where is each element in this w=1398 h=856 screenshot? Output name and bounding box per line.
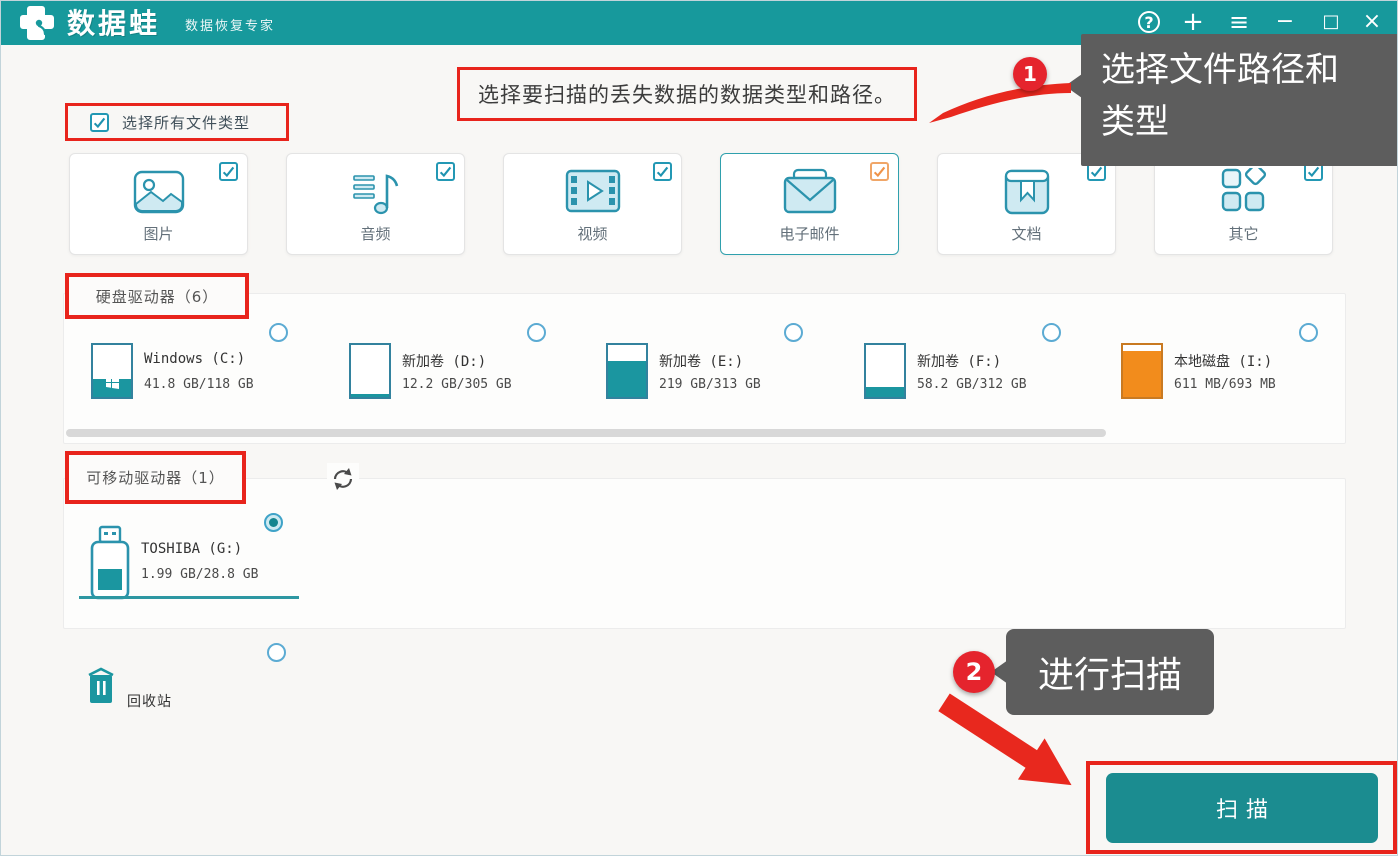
refresh-button[interactable] xyxy=(327,463,359,495)
step2-tooltip-label: 进行扫描 xyxy=(1038,646,1182,698)
drive-name: 本地磁盘 (I:) xyxy=(1174,351,1272,371)
checkmark-icon xyxy=(656,165,669,178)
tooltip-pointer xyxy=(1065,74,1082,98)
close-icon: × xyxy=(1363,9,1381,34)
app-window: 数据蛙 数据恢复专家 ? + ≡ − □ × 选择要扫描的丢失数据的数据类型和路… xyxy=(0,0,1398,856)
app-logo-frog-icon xyxy=(17,4,59,42)
filetype-card-video[interactable]: 视频 xyxy=(503,153,682,255)
red-arrow-to-banner xyxy=(929,81,1071,133)
drive-radio[interactable] xyxy=(527,323,546,342)
horizontal-scrollbar[interactable] xyxy=(66,429,1106,437)
filetype-label: 音频 xyxy=(287,223,464,244)
removable-drives-title: 可移动驱动器（1） xyxy=(86,467,225,488)
image-icon xyxy=(131,168,187,216)
hdd-icon xyxy=(1121,343,1163,399)
hamburger-icon: ≡ xyxy=(1229,8,1249,36)
drive-item-local-disk[interactable]: 本地磁盘 (I:) 611 MB/693 MB xyxy=(1116,321,1346,433)
filetype-label: 图片 xyxy=(70,223,247,244)
drive-name: 新加卷 (D:) xyxy=(402,351,486,371)
select-all-checkbox[interactable] xyxy=(90,113,109,132)
drive-capacity: 611 MB/693 MB xyxy=(1174,377,1276,392)
step2-tooltip: 进行扫描 xyxy=(1006,629,1214,715)
drive-capacity: 58.2 GB/312 GB xyxy=(917,377,1027,392)
usb-drive-icon xyxy=(89,525,131,603)
video-icon xyxy=(564,168,622,214)
hdd-icon xyxy=(91,343,133,399)
drive-capacity: 219 GB/313 GB xyxy=(659,377,761,392)
email-icon xyxy=(781,168,839,216)
instruction-banner-highlight-box: 选择要扫描的丢失数据的数据类型和路径。 xyxy=(457,67,917,121)
filetype-label: 视频 xyxy=(504,223,681,244)
hard-drives-title-highlight-box: 硬盘驱动器（6） xyxy=(65,273,249,319)
document-icon xyxy=(1001,168,1053,216)
checkmark-icon xyxy=(439,165,452,178)
checkmark-icon xyxy=(93,116,106,129)
drive-name: 新加卷 (E:) xyxy=(659,351,743,371)
step1-tooltip-label: 选择文件路径和类型 xyxy=(1101,50,1339,142)
help-icon: ? xyxy=(1138,11,1160,33)
hdd-icon xyxy=(864,343,906,399)
recycle-bin-item[interactable]: 回收站 xyxy=(85,641,305,721)
drive-name: Windows (C:) xyxy=(144,351,245,367)
step2-badge: 2 xyxy=(953,651,995,693)
filetype-checkbox[interactable] xyxy=(219,162,238,181)
filetype-checkbox[interactable] xyxy=(653,162,672,181)
refresh-icon xyxy=(330,466,356,492)
filetype-card-email[interactable]: 电子邮件 xyxy=(720,153,899,255)
drive-radio[interactable] xyxy=(784,323,803,342)
filetype-card-images[interactable]: 图片 xyxy=(69,153,248,255)
checkmark-icon xyxy=(222,165,235,178)
selected-drive-underline xyxy=(79,596,299,599)
filetype-label: 其它 xyxy=(1155,223,1332,244)
filetype-card-audio[interactable]: 音频 xyxy=(286,153,465,255)
maximize-icon: □ xyxy=(1322,11,1339,32)
drive-item-windows-c[interactable]: Windows (C:) 41.8 GB/118 GB xyxy=(86,321,316,433)
drive-item-e[interactable]: 新加卷 (E:) 219 GB/313 GB xyxy=(601,321,831,433)
select-all-label: 选择所有文件类型 xyxy=(122,112,250,133)
filetype-card-other[interactable]: 其它 xyxy=(1154,153,1333,255)
select-all-highlight-box: 选择所有文件类型 xyxy=(65,103,289,141)
recycle-bin-label: 回收站 xyxy=(127,691,172,711)
filetype-checkbox[interactable] xyxy=(436,162,455,181)
app-tagline: 数据恢复专家 xyxy=(185,15,275,34)
windows-logo-icon xyxy=(106,376,119,389)
step1-tooltip: 选择文件路径和类型 xyxy=(1081,34,1398,166)
drive-radio[interactable] xyxy=(269,323,288,342)
removable-drives-title-highlight-box: 可移动驱动器（1） xyxy=(65,451,246,504)
scan-button[interactable]: 扫描 xyxy=(1106,773,1378,843)
hdd-icon xyxy=(606,343,648,399)
checkmark-icon xyxy=(1090,165,1103,178)
drive-capacity: 41.8 GB/118 GB xyxy=(144,377,254,392)
recycle-bin-radio[interactable] xyxy=(267,643,286,662)
step1-badge: 1 xyxy=(1013,57,1047,91)
drive-capacity: 1.99 GB/28.8 GB xyxy=(141,567,258,582)
drive-radio-selected[interactable] xyxy=(264,513,283,532)
filetype-checkbox[interactable] xyxy=(870,162,889,181)
drive-item-f[interactable]: 新加卷 (F:) 58.2 GB/312 GB xyxy=(859,321,1089,433)
filetype-card-documents[interactable]: 文档 xyxy=(937,153,1116,255)
hdd-icon xyxy=(349,343,391,399)
drive-radio[interactable] xyxy=(1299,323,1318,342)
hard-drives-title: 硬盘驱动器（6） xyxy=(96,286,219,307)
drive-item-d[interactable]: 新加卷 (D:) 12.2 GB/305 GB xyxy=(344,321,574,433)
drive-radio[interactable] xyxy=(1042,323,1061,342)
minimize-icon: − xyxy=(1276,9,1294,34)
audio-icon xyxy=(350,168,402,216)
filetype-label: 电子邮件 xyxy=(721,223,898,244)
app-name: 数据蛙 xyxy=(67,2,160,42)
drive-name: TOSHIBA (G:) xyxy=(141,541,242,557)
checkmark-icon xyxy=(1307,165,1320,178)
filetype-label: 文档 xyxy=(938,223,1115,244)
other-icon xyxy=(1219,168,1269,216)
recycle-bin-icon xyxy=(85,667,117,705)
drive-name: 新加卷 (F:) xyxy=(917,351,1001,371)
drive-capacity: 12.2 GB/305 GB xyxy=(402,377,512,392)
plus-icon: + xyxy=(1182,7,1204,37)
instruction-banner-text: 选择要扫描的丢失数据的数据类型和路径。 xyxy=(460,70,914,118)
checkmark-icon xyxy=(873,165,886,178)
